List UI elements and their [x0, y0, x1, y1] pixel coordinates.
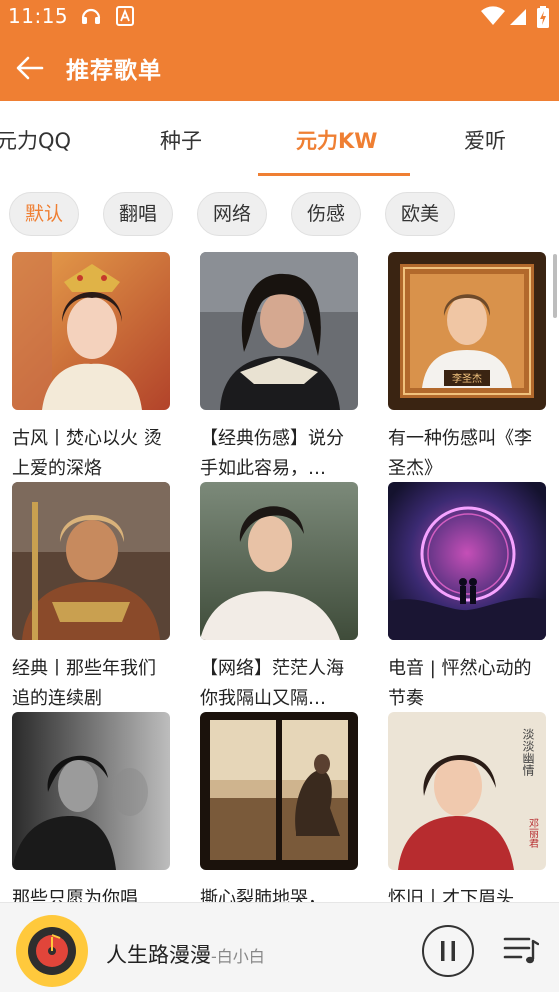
playlist-cover: 李圣杰 — [388, 252, 546, 410]
status-bar: 11:15 — [0, 0, 559, 32]
category-filters: 默认 翻唱 网络 伤感 欧美 — [0, 192, 559, 236]
page-title: 推荐歌单 — [66, 58, 162, 84]
playlist-title: 有一种伤感叫《李圣杰》 — [388, 428, 532, 479]
filter-cover[interactable]: 翻唱 — [103, 192, 173, 236]
tab-yuanli-qq[interactable]: 元力QQ — [0, 125, 71, 155]
status-time: 11:15 — [8, 4, 69, 28]
tab-yuanli-kw[interactable]: 元力KW — [296, 125, 377, 155]
queue-list-icon — [503, 937, 540, 964]
wifi-icon — [480, 6, 506, 30]
app-notification-icon — [116, 6, 134, 30]
filter-western[interactable]: 欧美 — [385, 192, 455, 236]
back-button[interactable] — [12, 50, 48, 86]
playlist-queue-button[interactable] — [503, 933, 540, 967]
active-tab-indicator — [258, 173, 410, 176]
playlist-title: 电音 | 怦然心动的节奏 — [388, 658, 532, 709]
headset-icon — [80, 6, 102, 30]
signal-icon — [508, 6, 528, 30]
playlist-cover — [388, 482, 546, 640]
playlist-cover — [12, 482, 170, 640]
playlist-cover — [12, 252, 170, 410]
now-playing: 人生路漫漫-白小白 — [106, 939, 265, 969]
playlist-cover: 淡淡幽情 邓丽君 — [388, 712, 546, 870]
mini-player[interactable]: 人生路漫漫-白小白 — [0, 902, 559, 992]
svg-text:淡淡幽情: 淡淡幽情 — [521, 728, 535, 777]
app-bar: 推荐歌单 — [0, 32, 559, 101]
tab-aiting[interactable]: 爱听 — [464, 125, 506, 155]
song-artist: -白小白 — [211, 947, 265, 966]
arrow-left-icon — [16, 56, 44, 80]
playlist-cover — [200, 252, 358, 410]
filter-network[interactable]: 网络 — [197, 192, 267, 236]
playlist-title: 那些只愿为你唱 — [12, 888, 138, 902]
playlist-cover — [12, 712, 170, 870]
cover-artist-text: 李圣杰 — [452, 372, 482, 385]
playlist-title: 【网络】茫茫人海 你我隔山又隔… — [200, 658, 344, 709]
pause-icon — [441, 941, 455, 961]
pause-button[interactable] — [422, 925, 474, 977]
song-title: 人生路漫漫 — [106, 943, 211, 967]
playlist-title: 怀旧丨才下眉头 — [388, 888, 514, 902]
playlist-grid: 古风丨焚心以火 烫上爱的深烙 【经典伤感】说分手如此容易，… 李圣杰 有一种伤感… — [0, 252, 559, 902]
scrollbar-thumb[interactable] — [553, 254, 557, 318]
tab-zhongzi[interactable]: 种子 — [160, 125, 202, 155]
playlist-title: 【经典伤感】说分手如此容易，… — [200, 428, 344, 479]
playlist-cover — [200, 482, 358, 640]
battery-icon — [536, 6, 550, 32]
filter-default[interactable]: 默认 — [9, 192, 79, 236]
playlist-cover — [200, 712, 358, 870]
filter-sad[interactable]: 伤感 — [291, 192, 361, 236]
cover-artist-text: 邓丽君 — [527, 818, 539, 849]
playlist-title: 撕心裂肺地哭， — [200, 888, 326, 902]
album-disc[interactable] — [16, 915, 88, 987]
playlist-title: 经典丨那些年我们追的连续剧 — [12, 658, 156, 709]
playlist-title: 古风丨焚心以火 烫上爱的深烙 — [12, 428, 162, 479]
source-tabs: 元力QQ 种子 元力KW 爱听 — [0, 101, 559, 177]
